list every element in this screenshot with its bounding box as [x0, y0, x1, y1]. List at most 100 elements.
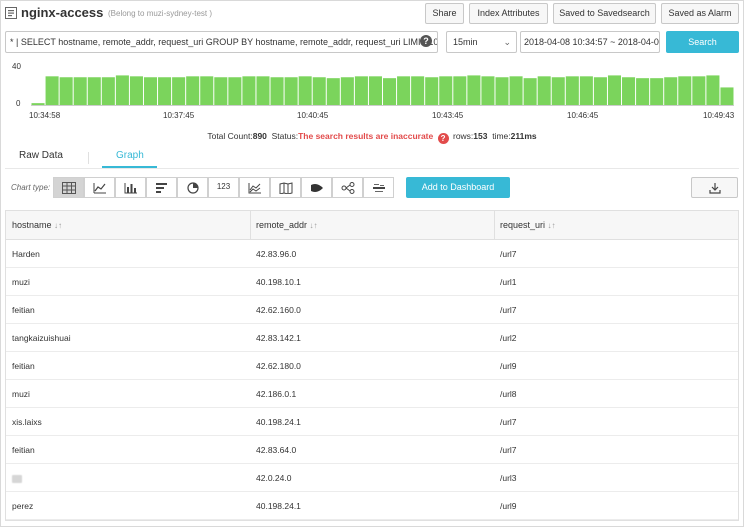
column-header-label: hostname [12, 220, 52, 230]
histogram-bar[interactable] [298, 76, 312, 105]
help-icon[interactable]: ? [420, 35, 432, 47]
histogram-bar[interactable] [664, 77, 678, 105]
chart-type-horizontal-bar[interactable] [146, 177, 177, 198]
histogram-bar[interactable] [312, 77, 326, 105]
histogram-bar[interactable] [200, 76, 214, 105]
histogram-bar[interactable] [228, 77, 242, 105]
chart-type-area[interactable] [239, 177, 270, 198]
histogram-bar[interactable] [87, 77, 101, 105]
histogram-bar[interactable] [692, 76, 706, 105]
histogram-bar[interactable] [368, 76, 382, 105]
histogram-bar[interactable] [354, 76, 368, 105]
chart-type-number[interactable]: 123 [208, 177, 239, 198]
histogram-chart[interactable] [0, 58, 744, 128]
histogram-bar[interactable] [650, 78, 664, 105]
table-row: perez 40.198.24.1/url9 [6, 492, 738, 520]
saved-to-savedsearch-button[interactable]: Saved to Savedsearch [553, 3, 656, 24]
chart-type-sankey[interactable] [332, 177, 363, 198]
histogram-bar[interactable] [453, 76, 467, 105]
sort-icon[interactable]: ↓↑ [310, 221, 318, 230]
cell-request-uri: /url7 [500, 249, 517, 259]
histogram-bar[interactable] [607, 75, 622, 105]
chart-type-line[interactable] [84, 177, 115, 198]
chart-type-word-cloud[interactable] [363, 177, 394, 198]
histogram-bar[interactable] [172, 77, 186, 105]
histogram-bar[interactable] [214, 77, 228, 105]
histogram-bar[interactable] [537, 76, 551, 105]
tab-raw-data[interactable]: Raw Data [19, 150, 63, 161]
cell-remote-addr: 40.198.10.1 [256, 277, 301, 287]
cell-request-uri: /url9 [500, 361, 517, 371]
histogram-bar[interactable] [284, 77, 298, 105]
histogram-bar[interactable] [326, 78, 340, 105]
histogram-bar[interactable] [143, 77, 158, 105]
histogram-bar[interactable] [186, 76, 200, 105]
histogram-bar[interactable] [158, 77, 172, 105]
histogram-bar[interactable] [270, 77, 284, 105]
histogram-bar[interactable] [439, 76, 453, 105]
x-tick-label: 10:40:45 [297, 111, 329, 120]
search-status: Total Count:890 Status:The search result… [0, 131, 744, 144]
saved-as-alarm-button[interactable]: Saved as Alarm [661, 3, 739, 24]
histogram-bar[interactable] [45, 76, 59, 105]
logstore-icon [5, 7, 17, 19]
warning-question-icon[interactable]: ? [437, 133, 449, 144]
histogram-bar[interactable] [481, 76, 495, 105]
sort-icon[interactable]: ↓↑ [54, 221, 62, 230]
share-button[interactable]: Share [425, 3, 464, 24]
histogram-bar[interactable] [59, 77, 73, 105]
histogram-bar[interactable] [411, 76, 425, 105]
table-row: feitian 42.62.180.0/url9 [6, 352, 738, 380]
histogram-bar[interactable] [397, 76, 411, 105]
index-attributes-button[interactable]: Index Attributes [469, 3, 548, 24]
histogram-bar[interactable] [242, 76, 256, 105]
histogram-bar[interactable] [636, 78, 650, 105]
download-button[interactable] [691, 177, 738, 198]
histogram-bar[interactable] [425, 77, 439, 105]
datetime-range-field[interactable]: 2018-04-08 10:34:57 ~ 2018-04-08 10:49:5… [520, 31, 660, 53]
tab-graph[interactable]: Graph [116, 150, 144, 161]
cell-request-uri: /url7 [500, 305, 517, 315]
histogram-bar[interactable] [495, 77, 509, 105]
histogram-bar[interactable] [551, 77, 565, 105]
histogram-bar[interactable] [593, 77, 607, 105]
histogram-bar[interactable] [340, 77, 354, 105]
table-icon [62, 182, 76, 194]
sort-icon[interactable]: ↓↑ [548, 221, 556, 230]
cell-hostname: feitian [12, 361, 35, 371]
redacted-value [12, 474, 22, 483]
histogram-bar[interactable] [256, 76, 270, 105]
flow-chart-icon [311, 184, 323, 192]
histogram-bar[interactable] [129, 76, 143, 105]
cell-remote-addr: 42.186.0.1 [256, 389, 297, 399]
histogram-bar[interactable] [523, 78, 537, 105]
histogram-bar[interactable] [31, 103, 45, 105]
time-range-select[interactable]: 15min ⌄ [446, 31, 517, 53]
search-button[interactable]: Search [666, 31, 739, 53]
chart-type-flow[interactable] [301, 177, 332, 198]
cell-hostname: muzi [12, 277, 30, 287]
add-to-dashboard-button[interactable]: Add to Dashboard [406, 177, 510, 198]
column-header-hostname[interactable]: hostname ↓↑ [6, 211, 250, 239]
chart-type-bar[interactable] [115, 177, 146, 198]
chart-type-map[interactable] [270, 177, 301, 198]
column-header-request-uri[interactable]: request_uri ↓↑ [494, 211, 738, 239]
histogram-bar[interactable] [565, 76, 579, 105]
histogram-bar[interactable] [579, 76, 593, 105]
query-input[interactable]: * | SELECT hostname, remote_addr, reques… [5, 31, 438, 53]
histogram-bar[interactable] [720, 87, 734, 105]
histogram-bar[interactable] [101, 77, 115, 105]
histogram-bar[interactable] [509, 76, 523, 105]
chart-type-pie[interactable] [177, 177, 208, 198]
histogram-bar[interactable] [467, 75, 481, 105]
histogram-bar[interactable] [73, 77, 87, 105]
histogram-bar[interactable] [383, 78, 397, 105]
column-header-remote-addr[interactable]: remote_addr ↓↑ [250, 211, 494, 239]
bar-chart-icon [124, 183, 137, 194]
header: nginx-access (Belong to muzi-sydney-test… [0, 0, 744, 27]
histogram-bar[interactable] [622, 77, 636, 105]
histogram-bar[interactable] [115, 75, 129, 105]
histogram-bar[interactable] [678, 76, 692, 105]
histogram-bar[interactable] [706, 75, 720, 105]
chart-type-table[interactable] [53, 177, 84, 198]
